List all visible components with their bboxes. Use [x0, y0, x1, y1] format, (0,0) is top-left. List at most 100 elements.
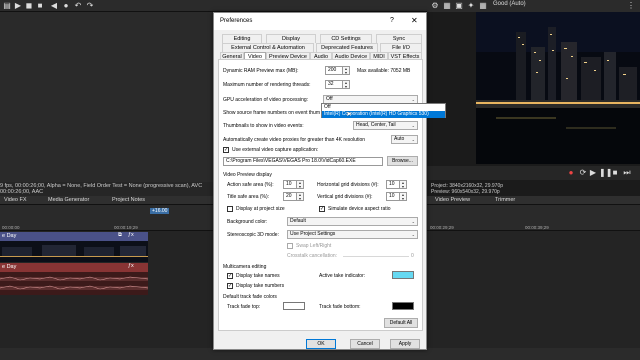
stop-icon[interactable]: ■: [36, 2, 44, 10]
city-night-image: [476, 12, 640, 164]
render-threads-input[interactable]: 32: [325, 80, 343, 89]
title-safe-spinner[interactable]: ▲ ▼: [297, 192, 304, 201]
video-event-name: e Day: [2, 233, 17, 239]
tab-project-notes[interactable]: Project Notes: [112, 197, 145, 203]
video-preview-section: Video Preview display: [223, 172, 272, 178]
preview-frame: [476, 12, 640, 164]
simulate-aspect-checkbox[interactable]: ✓: [319, 206, 325, 212]
proxies-select[interactable]: Auto ⌄: [391, 135, 418, 144]
play-icon[interactable]: ▶: [589, 169, 597, 177]
split-screen-icon[interactable]: ▦: [443, 2, 451, 10]
close-button[interactable]: ✕: [411, 16, 418, 25]
crop-icon[interactable]: ⧉: [118, 232, 122, 239]
fade-bottom-color-swatch[interactable]: [392, 302, 414, 310]
chevron-down-icon: ⌄: [411, 219, 415, 224]
active-take-color-swatch[interactable]: [392, 271, 414, 279]
default-all-button[interactable]: Default All: [384, 318, 418, 328]
audio-waveform: [0, 272, 148, 295]
display-project-size-checkbox[interactable]: [227, 206, 233, 212]
overlay-icon[interactable]: ▣: [455, 2, 463, 10]
tab-external-control[interactable]: External Control & Automation: [222, 43, 314, 52]
playback-rate[interactable]: +16.00: [150, 208, 170, 214]
help-button[interactable]: ?: [390, 17, 394, 24]
bg-color-select[interactable]: Default ⌄: [287, 217, 418, 226]
tab-video-fx[interactable]: Video FX: [4, 197, 27, 203]
more-icon[interactable]: ⋮: [627, 2, 635, 10]
title-safe-label: Title safe area (%):: [227, 194, 270, 200]
record-icon[interactable]: ●: [62, 2, 70, 10]
settings-icon[interactable]: ⚙: [431, 2, 439, 10]
browse-button[interactable]: Browse...: [387, 156, 418, 166]
action-safe-spinner[interactable]: ▲ ▼: [297, 180, 304, 189]
thumbnails-label: Thumbnails to show in video events:: [223, 123, 304, 129]
end-icon[interactable]: ⏭: [623, 169, 631, 177]
vgrid-input[interactable]: 10: [386, 192, 400, 201]
dynamic-ram-label: Dynamic RAM Preview max (MB):: [223, 68, 299, 74]
stereo-value: Use Project Settings: [290, 231, 336, 237]
source-frame-label: Show source frame numbers on event thum: [223, 110, 320, 116]
fade-section: Default track fade colors: [223, 294, 277, 300]
hgrid-spinner[interactable]: ▲ ▼: [400, 180, 407, 189]
display-take-numbers-label: Display take numbers: [236, 283, 285, 289]
multicam-section: Multicamera editing: [223, 264, 267, 270]
tab-row-2: External Control & Automation Deprecated…: [218, 43, 424, 52]
fx-icon[interactable]: ƒx: [128, 232, 134, 238]
dynamic-ram-input[interactable]: 200: [325, 66, 343, 75]
media-status-line2: 00:00:26;00, AAC: [0, 189, 44, 195]
gpu-option-off[interactable]: Off: [322, 104, 445, 111]
swap-lr-checkbox[interactable]: [287, 243, 293, 249]
ruler-label: 00:00:39;29: [525, 225, 549, 230]
preview-quality-select[interactable]: Good (Auto): [493, 1, 526, 7]
tab-cd-settings[interactable]: CD Settings: [320, 34, 372, 43]
ext-capture-checkbox[interactable]: ✓: [223, 147, 229, 153]
thumbnails-select[interactable]: Head, Center, Tail ⌄: [353, 121, 418, 130]
fade-top-color-swatch[interactable]: [283, 302, 305, 310]
waveform-graphic: [0, 272, 148, 295]
loop-icon[interactable]: ◼: [25, 2, 33, 10]
redo-icon[interactable]: ↷: [86, 2, 94, 10]
tab-media-generator[interactable]: Media Generator: [48, 197, 89, 203]
display-take-numbers-checkbox[interactable]: ✓: [227, 283, 233, 289]
pause-icon[interactable]: ❚❚: [599, 169, 612, 177]
stereo-label: Stereoscopic 3D mode:: [227, 232, 279, 238]
hgrid-label: Horizontal grid divisions (#):: [317, 182, 379, 188]
apply-button[interactable]: Apply: [390, 339, 420, 349]
chevron-down-icon: ⌄: [411, 232, 415, 237]
loop-icon[interactable]: ⟳: [579, 169, 587, 177]
tab-editing[interactable]: Editing: [222, 34, 262, 43]
grid-icon[interactable]: ▦: [479, 2, 487, 10]
audio-event-header[interactable]: e Day ƒx: [0, 263, 148, 272]
title-safe-input[interactable]: 20: [283, 192, 297, 201]
vgrid-spinner[interactable]: ▲ ▼: [400, 192, 407, 201]
video-event-header[interactable]: e Day ⧉ ƒx: [0, 232, 148, 241]
ext-capture-path[interactable]: C:\Program Files\VEGAS\VEGAS Pro 18.0\Vi…: [223, 157, 383, 166]
tab-file-io[interactable]: File I/O: [380, 43, 422, 52]
thumbnails-value: Head, Center, Tail: [356, 122, 396, 128]
tab-display[interactable]: Display: [266, 34, 316, 43]
undo-icon[interactable]: ↶: [74, 2, 82, 10]
chevron-down-icon: ⌄: [411, 97, 415, 102]
crosstalk-slider[interactable]: [343, 256, 409, 257]
play-icon[interactable]: ▶: [14, 2, 22, 10]
action-safe-input[interactable]: 10: [283, 180, 297, 189]
stereo-select[interactable]: Use Project Settings ⌄: [287, 230, 418, 239]
dialog-title: Preferences: [220, 18, 253, 24]
cancel-button[interactable]: Cancel: [350, 339, 380, 349]
hgrid-input[interactable]: 10: [386, 180, 400, 189]
fx-icon[interactable]: ƒx: [128, 263, 134, 269]
stop-icon[interactable]: ■: [611, 169, 619, 177]
display-take-names-checkbox[interactable]: ✓: [227, 273, 233, 279]
gpu-option-intel[interactable]: Intel(R) Corporation (Intel(R) HD Graphi…: [322, 111, 445, 118]
folder-open-icon[interactable]: ▤: [3, 2, 11, 10]
ok-button[interactable]: OK: [306, 339, 336, 349]
gpu-acceleration-label: GPU acceleration of video processing:: [223, 97, 309, 103]
prev-icon[interactable]: ◀: [50, 2, 58, 10]
dynamic-ram-spinner[interactable]: ▲ ▼: [343, 66, 350, 75]
tab-trimmer[interactable]: Trimmer: [495, 197, 515, 203]
tab-sync[interactable]: Sync: [376, 34, 422, 43]
render-threads-spinner[interactable]: ▲ ▼: [343, 80, 350, 89]
fx-icon[interactable]: ✦: [467, 2, 475, 10]
tab-deprecated-features[interactable]: Deprecated Features: [316, 43, 378, 52]
tab-video-preview[interactable]: Video Preview: [435, 197, 470, 203]
record-icon[interactable]: ●: [567, 169, 575, 177]
